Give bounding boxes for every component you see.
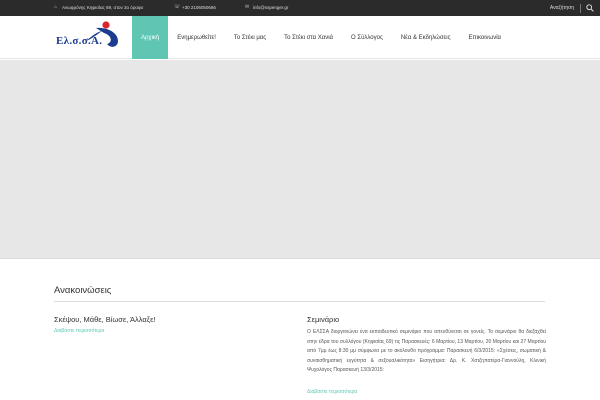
section-divider: [54, 301, 545, 302]
topbar-search[interactable]: Αναζήτηση: [550, 0, 600, 16]
nav-item-1[interactable]: Αρχική: [132, 16, 169, 59]
site-header: Ελ.σ.σ.Α. Αρχική Ενημερωθείτε! Το Στέκι μα…: [0, 16, 600, 59]
top-bar: ⌂ Ανωφρόνης Κηφισίας 69, στον 3ο όροφο ☏…: [0, 0, 600, 16]
nav-item-2[interactable]: Ενημερωθείτε!: [168, 16, 225, 59]
post-title-left[interactable]: Σκέψου, Μάθε, Βίωσε, Άλλαξε!: [54, 315, 156, 324]
logo-text: Ελ.σ.σ.Α.: [56, 35, 103, 47]
phone-text: +30 2106050666: [182, 5, 216, 10]
home-icon: ⌂: [54, 4, 58, 10]
read-more-link-left[interactable]: Διαβάστε περισσότερα: [54, 328, 104, 334]
topbar-email[interactable]: ✉ info@sspenger.gr: [245, 4, 289, 11]
main-nav: Αρχική Ενημερωθείτε! Το Στέκι μας Το Στέκι …: [132, 16, 510, 59]
nav-item-4[interactable]: Το Στέκι στα Χανιά: [275, 16, 342, 59]
nav-item-5[interactable]: Ο Σύλλογος: [342, 16, 392, 59]
nav-item-3[interactable]: Το Στέκι μας: [225, 16, 275, 59]
site-logo[interactable]: Ελ.σ.σ.Α.: [56, 19, 126, 57]
email-text: info@sspenger.gr: [253, 5, 289, 10]
search-divider: [580, 3, 581, 13]
post-excerpt-right: Ο ΕΛΣΣΑ διοργανώνει ένα εκπαιδευτικό σεμ…: [307, 329, 546, 374]
envelope-icon: ✉: [245, 4, 250, 10]
read-more-link-right[interactable]: Διαβάστε περισσότερα: [307, 389, 357, 395]
nav-item-7[interactable]: Επικοινωνία: [459, 16, 510, 59]
search-label[interactable]: Αναζήτηση: [550, 5, 574, 11]
topbar-phone[interactable]: ☏ +30 2106050666: [174, 4, 216, 11]
post-title-right[interactable]: Σεμινάριο: [307, 315, 339, 324]
hero-slider: [0, 60, 600, 259]
address-text: Ανωφρόνης Κηφισίας 69, στον 3ο όροφο: [62, 5, 144, 10]
section-title: Ανακοινώσεις: [54, 285, 112, 296]
phone-icon: ☏: [174, 4, 181, 10]
topbar-address: ⌂ Ανωφρόνης Κηφισίας 69, στον 3ο όροφο: [54, 4, 144, 11]
search-icon[interactable]: [586, 4, 594, 12]
nav-item-6[interactable]: Νέα & Εκδηλώσεις: [392, 16, 460, 59]
